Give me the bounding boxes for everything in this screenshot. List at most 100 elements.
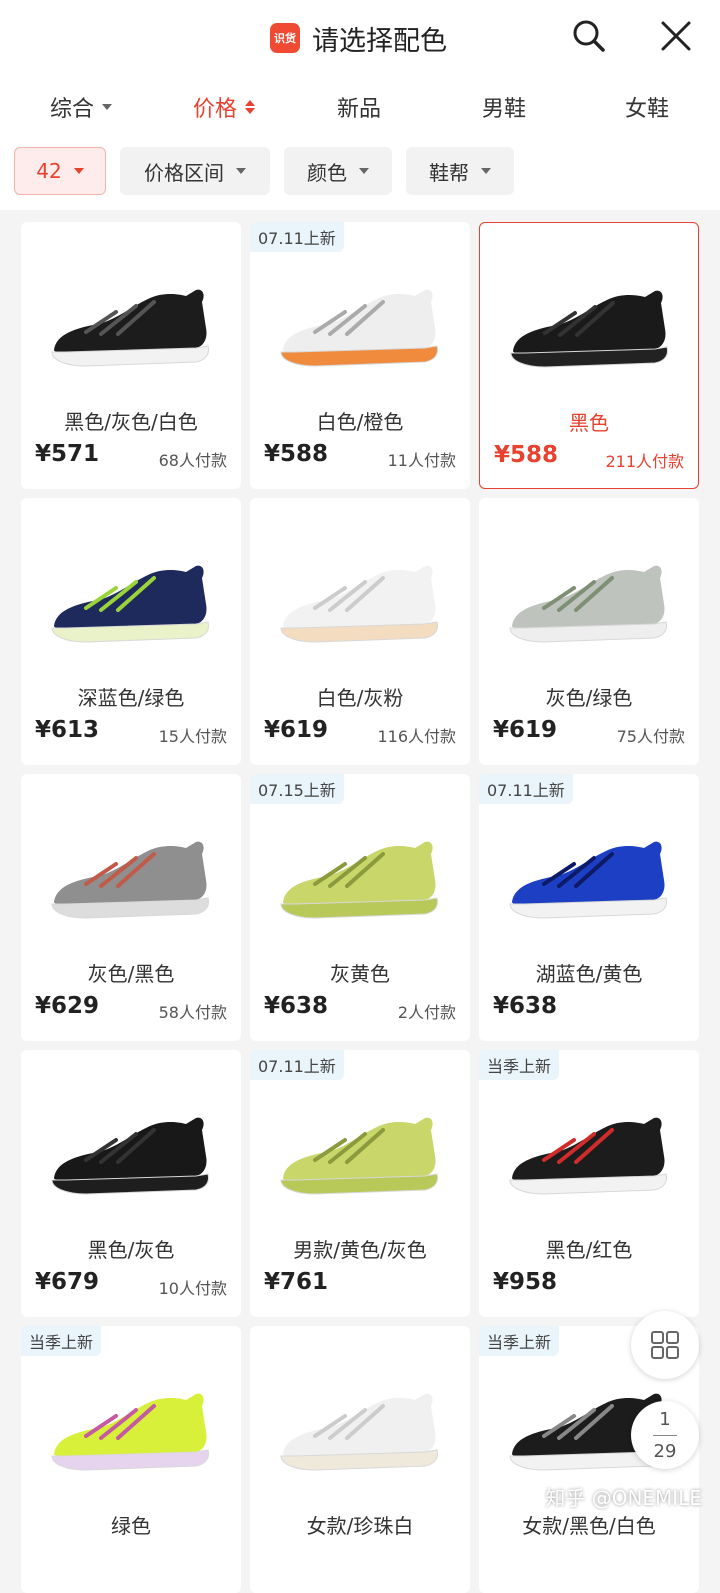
new-arrival-badge: 07.15上新 <box>250 774 344 804</box>
app-logo-icon: 识货 <box>270 23 300 53</box>
grid-view-icon <box>651 1331 679 1359</box>
product-price: ¥588 <box>494 442 559 468</box>
product-color-name: 女款/黑色/白色 <box>522 1514 656 1538</box>
product-color-name: 灰色/绿色 <box>545 686 633 710</box>
caret-down-icon <box>359 168 369 174</box>
caret-down-icon <box>236 168 246 174</box>
product-color-name: 白色/橙色 <box>316 410 404 434</box>
shoe-image <box>280 1393 438 1471</box>
product-card[interactable]: 07.11上新白色/橙色 ¥588 11人付款 <box>250 222 470 489</box>
filter-color[interactable]: 颜色 <box>284 147 392 195</box>
product-color-name: 绿色 <box>111 1514 151 1538</box>
new-arrival-badge: 07.11上新 <box>250 222 344 252</box>
close-icon <box>661 21 691 51</box>
product-buyer-count: 116人付款 <box>377 727 456 746</box>
page-current: 1 <box>659 1408 671 1430</box>
new-arrival-badge: 当季上新 <box>21 1326 102 1356</box>
page-title: 请选择配色 <box>312 25 447 57</box>
product-price: ¥679 <box>35 1269 100 1295</box>
grid-view-button[interactable] <box>631 1311 699 1379</box>
product-price: ¥638 <box>493 993 558 1019</box>
product-price: ¥629 <box>35 993 100 1019</box>
product-card[interactable]: 灰色/黑色 ¥629 58人付款 <box>21 774 241 1041</box>
product-color-name: 白色/灰粉 <box>316 686 404 710</box>
caret-down-icon <box>102 104 113 110</box>
page-indicator[interactable]: 1 29 <box>631 1401 699 1469</box>
product-color-name: 黑色/灰色/白色 <box>64 410 198 434</box>
search-icon <box>573 20 605 52</box>
product-card[interactable]: 灰色/绿色 ¥619 75人付款 <box>479 498 699 765</box>
product-card[interactable]: 当季上新黑色/红色 ¥958 <box>479 1050 699 1317</box>
product-card[interactable]: 黑色/灰色/白色 ¥571 68人付款 <box>21 222 241 489</box>
page-total: 29 <box>653 1440 677 1462</box>
sort-tabs: 综合 价格 新品 男鞋 女鞋 <box>0 80 720 134</box>
tab-comprehensive[interactable]: 综合 <box>50 80 113 134</box>
filter-label: 价格区间 <box>144 160 224 185</box>
watermark: 知乎 @ONEMILE <box>545 1486 702 1510</box>
product-price: ¥761 <box>264 1269 329 1295</box>
product-color-name: 女款/珍珠白 <box>306 1514 414 1538</box>
shoe-image <box>51 289 209 367</box>
filter-label: 鞋帮 <box>429 160 469 185</box>
shoe-image <box>510 290 668 368</box>
product-price: ¥619 <box>264 717 329 743</box>
new-arrival-badge: 当季上新 <box>479 1050 560 1080</box>
shoe-image <box>280 841 438 919</box>
tab-label: 综合 <box>50 97 95 122</box>
tab-men[interactable]: 男鞋 <box>482 80 526 134</box>
product-buyer-count: 10人付款 <box>158 1279 227 1298</box>
product-buyer-count: 68人付款 <box>158 451 227 470</box>
product-color-name: 黑色 <box>569 411 609 435</box>
filter-shoe-top[interactable]: 鞋帮 <box>406 147 514 195</box>
product-card[interactable]: 黑色/灰色 ¥679 10人付款 <box>21 1050 241 1317</box>
product-card[interactable]: 白色/灰粉 ¥619 116人付款 <box>250 498 470 765</box>
product-price: ¥588 <box>264 441 329 467</box>
shoe-image <box>509 1117 667 1195</box>
tab-label: 价格 <box>193 97 238 122</box>
product-card[interactable]: 07.11上新湖蓝色/黄色 ¥638 <box>479 774 699 1041</box>
product-card[interactable]: 当季上新绿色 <box>21 1326 241 1593</box>
product-buyer-count: 58人付款 <box>158 1003 227 1022</box>
product-buyer-count: 11人付款 <box>387 451 456 470</box>
title-row: 识货 请选择配色 <box>0 0 720 76</box>
tab-price[interactable]: 价格 <box>193 80 256 134</box>
filter-label: 颜色 <box>307 160 347 185</box>
shoe-image <box>509 841 667 919</box>
product-buyer-count: 2人付款 <box>397 1003 456 1022</box>
tab-label: 新品 <box>337 97 382 122</box>
shoe-image <box>51 1393 209 1471</box>
product-card[interactable]: 07.15上新灰黄色 ¥638 2人付款 <box>250 774 470 1041</box>
product-card[interactable]: 深蓝色/绿色 ¥613 15人付款 <box>21 498 241 765</box>
product-price: ¥638 <box>264 993 329 1019</box>
new-arrival-badge: 07.11上新 <box>250 1050 344 1080</box>
top-bar: 识货 请选择配色 综合 价格 新品 男鞋 女鞋 42 价格区间 颜色 鞋帮 <box>0 0 720 210</box>
shoe-image <box>280 289 438 367</box>
tab-label: 男鞋 <box>482 97 527 122</box>
filter-label: 42 <box>36 159 62 183</box>
product-price: ¥619 <box>493 717 558 743</box>
product-color-name: 湖蓝色/黄色 <box>535 962 643 986</box>
product-color-name: 灰黄色 <box>330 962 390 986</box>
caret-down-icon <box>73 168 84 174</box>
sort-arrows-icon <box>245 100 256 114</box>
product-color-name: 男款/黄色/灰色 <box>293 1238 427 1262</box>
filter-size[interactable]: 42 <box>14 147 106 195</box>
product-buyer-count: 211人付款 <box>605 452 684 471</box>
product-price: ¥958 <box>493 1269 558 1295</box>
product-card[interactable]: 黑色 ¥588 211人付款 <box>479 222 699 489</box>
tab-new[interactable]: 新品 <box>337 80 381 134</box>
product-card[interactable]: 07.11上新男款/黄色/灰色 ¥761 <box>250 1050 470 1317</box>
filter-chips: 42 价格区间 颜色 鞋帮 <box>0 147 720 197</box>
tab-women[interactable]: 女鞋 <box>625 80 669 134</box>
search-button[interactable] <box>567 14 611 58</box>
new-arrival-badge: 07.11上新 <box>479 774 573 804</box>
filter-price-range[interactable]: 价格区间 <box>120 147 270 195</box>
title-group: 识货 请选择配色 <box>270 18 447 58</box>
close-button[interactable] <box>654 14 698 58</box>
shoe-image <box>51 841 209 919</box>
shoe-image <box>51 565 209 643</box>
product-card[interactable]: 女款/珍珠白 <box>250 1326 470 1593</box>
shoe-image <box>280 1117 438 1195</box>
product-color-name: 黑色/红色 <box>545 1238 633 1262</box>
product-color-name: 深蓝色/绿色 <box>77 686 185 710</box>
